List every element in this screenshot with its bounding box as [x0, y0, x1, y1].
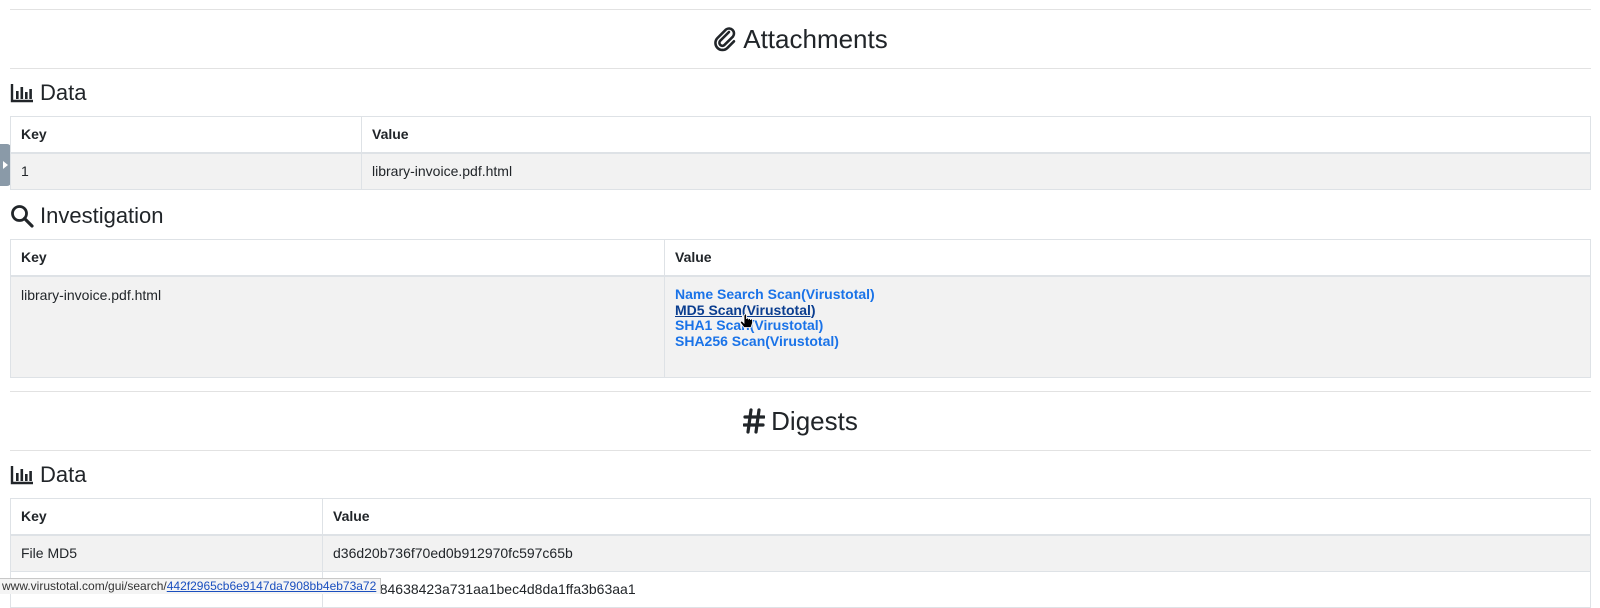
- paperclip-icon: [713, 26, 737, 52]
- scan-links-cell: Name Search Scan(Virustotal) MD5 Scan(Vi…: [664, 275, 1591, 378]
- name-search-scan-link[interactable]: Name Search Scan(Virustotal): [675, 286, 1580, 303]
- data-title: Data: [40, 461, 87, 487]
- investigation-title: Investigation: [40, 202, 164, 228]
- attachments-data-heading: Data: [10, 69, 1591, 116]
- cell-value: 0d8b2284638423a731aa1bec4d8da1ffa3b63aa1: [322, 571, 1591, 608]
- cell-value: library-invoice.pdf.html: [361, 152, 1591, 190]
- column-header-key: Key: [10, 116, 362, 154]
- column-header-value: Value: [322, 498, 1591, 536]
- column-header-key: Key: [10, 239, 665, 277]
- status-url-prefix: www.virustotal.com/gui/search/: [2, 579, 167, 593]
- investigation-table: Key Value library-invoice.pdf.html Name …: [10, 239, 1591, 378]
- cell-key: 1: [10, 152, 362, 190]
- report-content: Attachments Data Key Value 1 library-inv…: [10, 0, 1591, 608]
- expand-arrow-icon: [3, 161, 8, 169]
- attachments-data-table: Key Value 1 library-invoice.pdf.html: [10, 116, 1591, 190]
- digests-data-heading: Data: [10, 451, 1591, 498]
- status-url-hash: 442f2965cb6e9147da7908bb4eb73a72: [166, 579, 377, 593]
- sha1-scan-link[interactable]: SHA1 Scan(Virustotal): [675, 317, 1580, 334]
- digests-title: Digests: [771, 405, 858, 436]
- bar-chart-icon: [10, 465, 34, 485]
- column-header-key: Key: [10, 498, 323, 536]
- bar-chart-icon: [10, 83, 34, 103]
- link-status-bar: www.virustotal.com/gui/search/442f2965cb…: [0, 578, 382, 594]
- md5-scan-link[interactable]: MD5 Scan(Virustotal): [675, 302, 1580, 319]
- table-row: File MD5 d36d20b736f70ed0b912970fc597c65…: [10, 534, 1591, 572]
- hand-cursor-icon: [740, 313, 754, 333]
- digests-heading: Digests: [10, 392, 1591, 450]
- table-row: library-invoice.pdf.html Name Search Sca…: [10, 275, 1591, 378]
- column-header-value: Value: [664, 239, 1591, 277]
- hashtag-icon: [743, 408, 766, 434]
- investigation-heading: Investigation: [10, 192, 1591, 239]
- cell-value: d36d20b736f70ed0b912970fc597c65b: [322, 534, 1591, 572]
- column-header-value: Value: [361, 116, 1591, 154]
- table-row: 1 library-invoice.pdf.html: [10, 152, 1591, 190]
- cell-key: File MD5: [10, 534, 323, 572]
- attachments-heading: Attachments: [10, 10, 1591, 68]
- cell-key: library-invoice.pdf.html: [10, 275, 665, 378]
- attachments-title: Attachments: [743, 23, 888, 54]
- data-title: Data: [40, 79, 87, 105]
- sha256-scan-link[interactable]: SHA256 Scan(Virustotal): [675, 333, 1580, 350]
- search-icon: [10, 204, 34, 228]
